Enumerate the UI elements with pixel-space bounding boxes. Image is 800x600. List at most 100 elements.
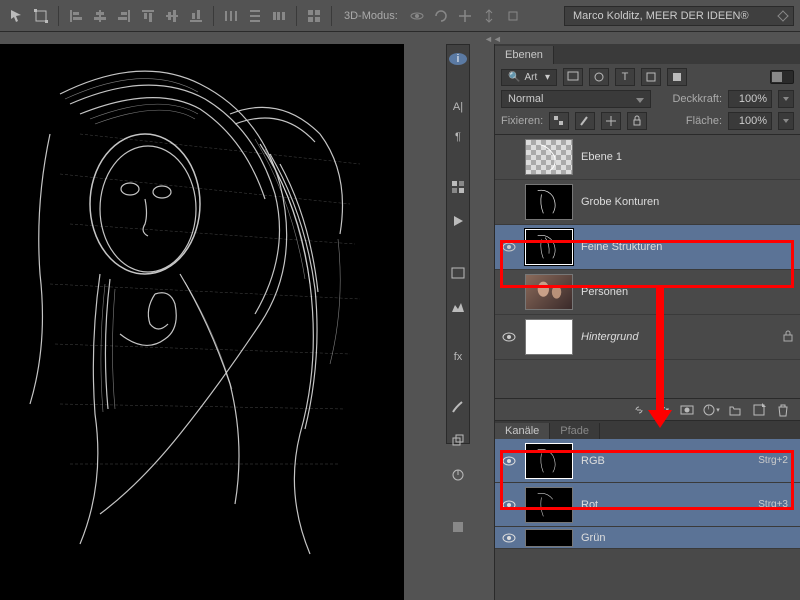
channel-shortcut: Strg+2 [758, 455, 794, 466]
filter-pixel-icon[interactable] [563, 68, 583, 86]
layer-name[interactable]: Grobe Konturen [581, 196, 659, 208]
align-top-icon[interactable] [137, 5, 159, 27]
layer-name[interactable]: Ebene 1 [581, 151, 622, 163]
align-center-v-icon[interactable] [161, 5, 183, 27]
visibility-toggle[interactable] [501, 242, 517, 252]
visibility-toggle[interactable] [501, 456, 517, 466]
styles-panel-icon[interactable]: fx [449, 351, 467, 363]
layer-thumbnail[interactable] [525, 319, 573, 355]
layers-tab[interactable]: Ebenen [495, 46, 554, 64]
layer-row[interactable]: Ebene 1 [495, 135, 800, 180]
character-panel-icon[interactable]: A| [449, 101, 467, 113]
layer-name[interactable]: Hintergrund [581, 331, 638, 343]
opacity-label: Deckkraft: [672, 93, 722, 105]
layer-name[interactable]: Feine Strukturen [581, 241, 662, 253]
lock-pixels-icon[interactable] [575, 112, 595, 130]
channel-thumbnail[interactable] [525, 443, 573, 479]
fill-label: Fläche: [686, 115, 722, 127]
layer-thumbnail[interactable] [525, 139, 573, 175]
clone-panel-icon[interactable] [449, 433, 467, 449]
align-left-icon[interactable] [65, 5, 87, 27]
opacity-dropdown[interactable] [778, 90, 794, 108]
group-icon[interactable] [726, 402, 744, 418]
paths-tab[interactable]: Pfade [550, 423, 600, 439]
delete-layer-icon[interactable] [774, 402, 792, 418]
workspace-name: Marco Kolditz, MEER DER IDEEN® [573, 10, 749, 22]
layer-name[interactable]: Personen [581, 286, 628, 298]
channel-thumbnail[interactable] [525, 487, 573, 523]
adjustments-panel-icon[interactable] [449, 467, 467, 483]
adjustment-layer-icon[interactable]: ▾ [702, 402, 720, 418]
visibility-toggle[interactable] [501, 332, 517, 342]
channels-panel: Kanäle Pfade RGB Strg+2 Rot Strg+3 Grün [495, 420, 800, 549]
distribute-v-icon[interactable] [244, 5, 266, 27]
layer-row[interactable]: Grobe Konturen [495, 180, 800, 225]
histogram-panel-icon[interactable] [449, 299, 467, 315]
brush-panel-icon[interactable] [449, 399, 467, 415]
lock-all-icon[interactable] [627, 112, 647, 130]
color-panel-icon[interactable] [449, 519, 467, 535]
move-tool-icon[interactable] [6, 5, 28, 27]
filter-shape-icon[interactable] [641, 68, 661, 86]
collapse-icon[interactable]: ◄◄ [484, 34, 502, 44]
options-toolbar: 3D-Modus: Marco Kolditz, MEER DER IDEEN® [0, 0, 800, 32]
info-panel-icon[interactable]: i [449, 53, 467, 65]
layer-row-selected[interactable]: Feine Strukturen [495, 225, 800, 270]
filter-type-icon[interactable]: T [615, 68, 635, 86]
play-panel-icon[interactable] [449, 213, 467, 229]
layer-thumbnail[interactable] [525, 229, 573, 265]
visibility-toggle[interactable] [501, 533, 517, 543]
channel-row[interactable]: Rot Strg+3 [495, 483, 800, 527]
distribute-icon-3[interactable] [268, 5, 290, 27]
layer-row[interactable]: Hintergrund [495, 315, 800, 360]
layer-thumbnail[interactable] [525, 274, 573, 310]
align-right-icon[interactable] [113, 5, 135, 27]
channel-shortcut: Strg+3 [758, 499, 794, 510]
opacity-field[interactable]: 100% [728, 90, 772, 108]
3d-slide-icon[interactable] [478, 5, 500, 27]
navigator-panel-icon[interactable] [449, 265, 467, 281]
channel-name: RGB [581, 455, 605, 467]
blend-mode-select[interactable]: Normal [501, 90, 651, 108]
visibility-toggle[interactable] [501, 500, 517, 510]
layers-panel: Ebenen 🔍 Art ▾ T Normal Deckkraft: 100% … [494, 44, 800, 600]
layer-filter-kind[interactable]: 🔍 Art ▾ [501, 69, 557, 86]
fill-field[interactable]: 100% [728, 112, 772, 130]
channels-tab[interactable]: Kanäle [495, 423, 550, 439]
align-bottom-icon[interactable] [185, 5, 207, 27]
transform-icon[interactable] [30, 5, 52, 27]
channel-name: Rot [581, 499, 598, 511]
3d-orbit-icon[interactable] [406, 5, 428, 27]
layer-row[interactable]: Personen [495, 270, 800, 315]
filter-adjustment-icon[interactable] [589, 68, 609, 86]
tutorial-arrow [656, 288, 664, 412]
paragraph-panel-icon[interactable]: ¶ [449, 131, 467, 143]
channel-thumbnail[interactable] [525, 529, 573, 547]
collapsed-panel-dock: i A| ¶ fx [446, 44, 470, 444]
lock-transparency-icon[interactable] [549, 112, 569, 130]
channel-name: Grün [581, 532, 605, 544]
filter-smart-icon[interactable] [667, 68, 687, 86]
fill-dropdown[interactable] [778, 112, 794, 130]
layer-list: Ebene 1 Grobe Konturen Feine Strukturen … [495, 135, 800, 360]
link-layers-icon[interactable] [630, 402, 648, 418]
workspace-selector[interactable]: Marco Kolditz, MEER DER IDEEN® [564, 6, 794, 26]
layer-mask-icon[interactable] [678, 402, 696, 418]
3d-scale-icon[interactable] [502, 5, 524, 27]
distribute-h-icon[interactable] [220, 5, 242, 27]
swatches-panel-icon[interactable] [449, 179, 467, 195]
channel-row[interactable]: Grün [495, 527, 800, 549]
layer-thumbnail[interactable] [525, 184, 573, 220]
new-layer-icon[interactable] [750, 402, 768, 418]
3d-pan-icon[interactable] [454, 5, 476, 27]
document-canvas[interactable] [0, 44, 404, 600]
lock-position-icon[interactable] [601, 112, 621, 130]
channel-row[interactable]: RGB Strg+2 [495, 439, 800, 483]
align-center-h-icon[interactable] [89, 5, 111, 27]
filter-toggle[interactable] [770, 70, 794, 84]
lock-label: Fixieren: [501, 115, 543, 127]
tutorial-arrow-head [648, 410, 672, 428]
lock-icon [782, 330, 794, 345]
3d-rotate-icon[interactable] [430, 5, 452, 27]
auto-align-icon[interactable] [303, 5, 325, 27]
